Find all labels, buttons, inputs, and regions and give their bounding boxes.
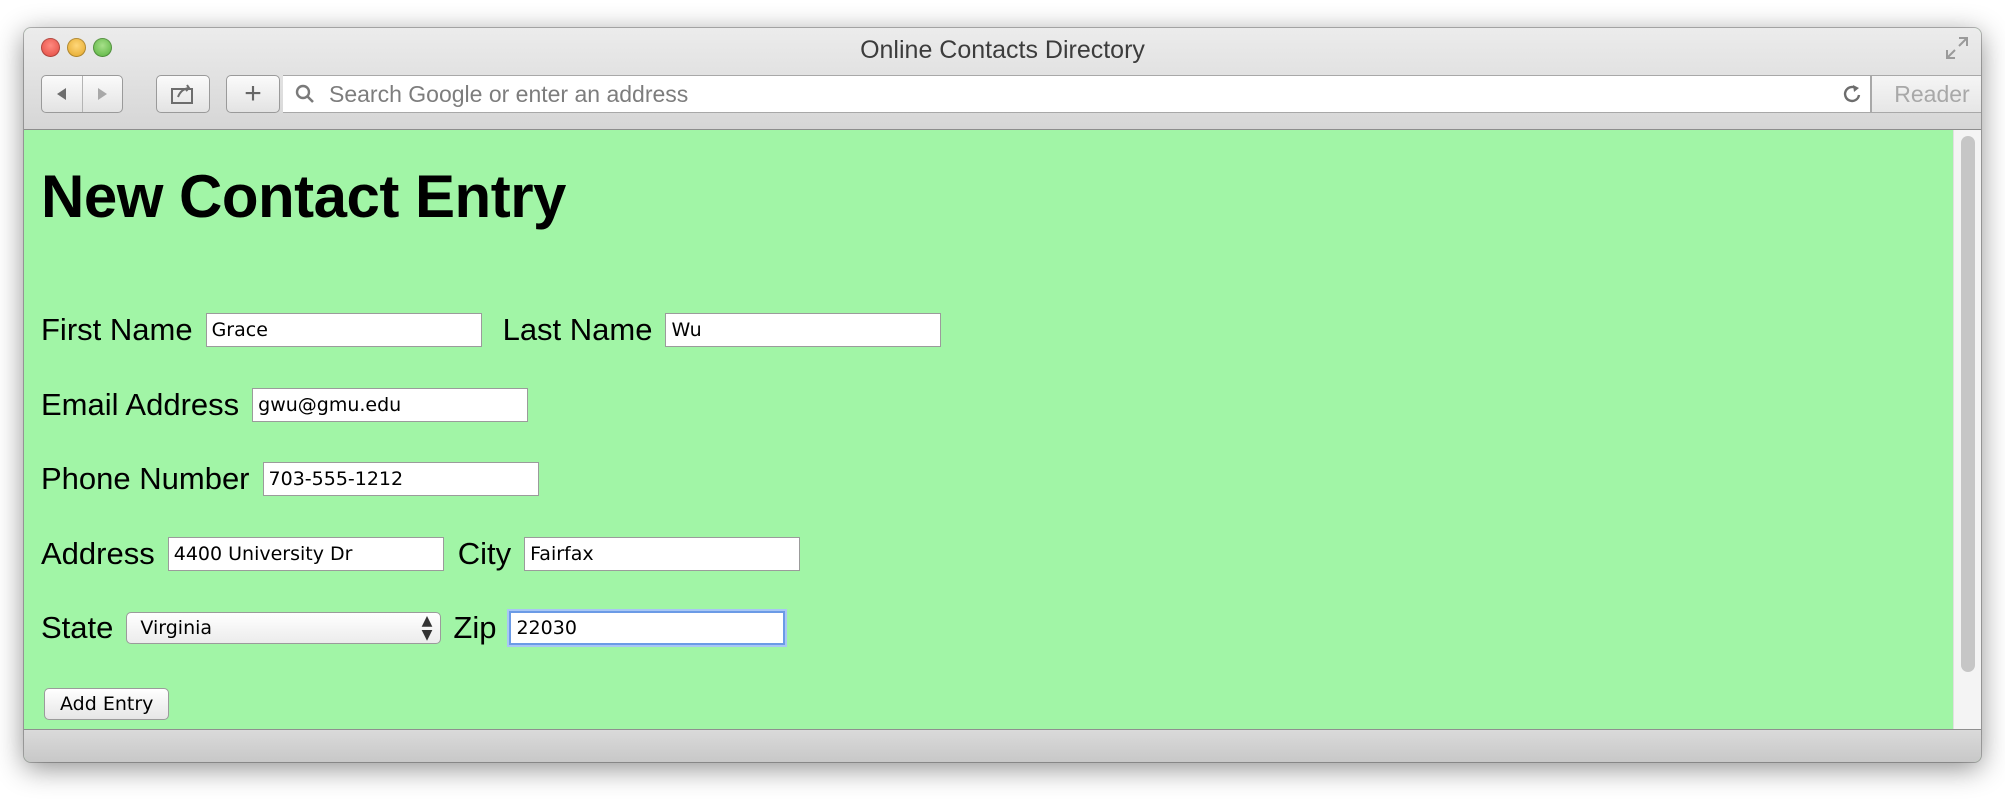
fullscreen-icon[interactable]: [1943, 35, 1971, 63]
phone-row: Phone Number: [41, 459, 539, 499]
name-row: First Name Last Name: [41, 310, 942, 350]
search-icon: [287, 76, 323, 112]
scrollbar-thumb[interactable]: [1961, 136, 1975, 672]
window-title: Online Contacts Directory: [860, 36, 1145, 64]
last-name-label: Last Name: [502, 312, 653, 347]
back-arrow-icon: [56, 88, 66, 100]
forward-button[interactable]: [83, 76, 123, 112]
email-field[interactable]: [252, 388, 529, 422]
last-name-field[interactable]: [665, 313, 942, 347]
phone-label: Phone Number: [41, 461, 250, 496]
vertical-scrollbar[interactable]: [1953, 130, 1981, 730]
email-row: Email Address: [41, 385, 529, 425]
browser-toolbar: Online Contacts Directory + Search Googl…: [24, 28, 1981, 130]
email-label: Email Address: [41, 387, 240, 422]
city-label: City: [457, 536, 512, 571]
phone-field[interactable]: [262, 462, 539, 496]
address-row: Address City: [41, 534, 801, 574]
address-input[interactable]: [323, 80, 1834, 108]
zip-field[interactable]: [509, 611, 786, 645]
first-name-label: First Name: [41, 312, 193, 347]
back-button[interactable]: [42, 76, 83, 112]
address-label: Address: [41, 536, 155, 571]
reload-icon[interactable]: [1834, 76, 1870, 112]
city-field[interactable]: [524, 537, 801, 571]
page-content: New Contact Entry First Name Last Name E…: [24, 130, 1954, 730]
zip-label: Zip: [453, 610, 497, 645]
first-name-field[interactable]: [205, 313, 482, 347]
new-tab-button[interactable]: +: [226, 75, 280, 113]
browser-window: Online Contacts Directory + Search Googl…: [24, 28, 1981, 762]
address-field[interactable]: [167, 537, 444, 571]
select-arrows-icon: ▲ ▼: [421, 613, 433, 643]
status-bar: [24, 729, 1981, 762]
state-selected-value: Virginia: [140, 617, 213, 639]
state-label: State: [41, 610, 114, 645]
reader-button[interactable]: Reader: [1871, 75, 1981, 113]
forward-arrow-icon: [98, 88, 108, 100]
state-select[interactable]: Virginia ▲ ▼: [126, 612, 442, 644]
back-forward-group: [41, 75, 123, 113]
add-entry-button[interactable]: Add Entry: [44, 688, 170, 720]
page-title: New Contact Entry: [41, 163, 566, 230]
share-button[interactable]: [156, 75, 210, 113]
address-bar: [283, 75, 1871, 113]
state-zip-row: State Virginia ▲ ▼ Zip: [41, 608, 786, 648]
share-icon: [171, 84, 193, 104]
